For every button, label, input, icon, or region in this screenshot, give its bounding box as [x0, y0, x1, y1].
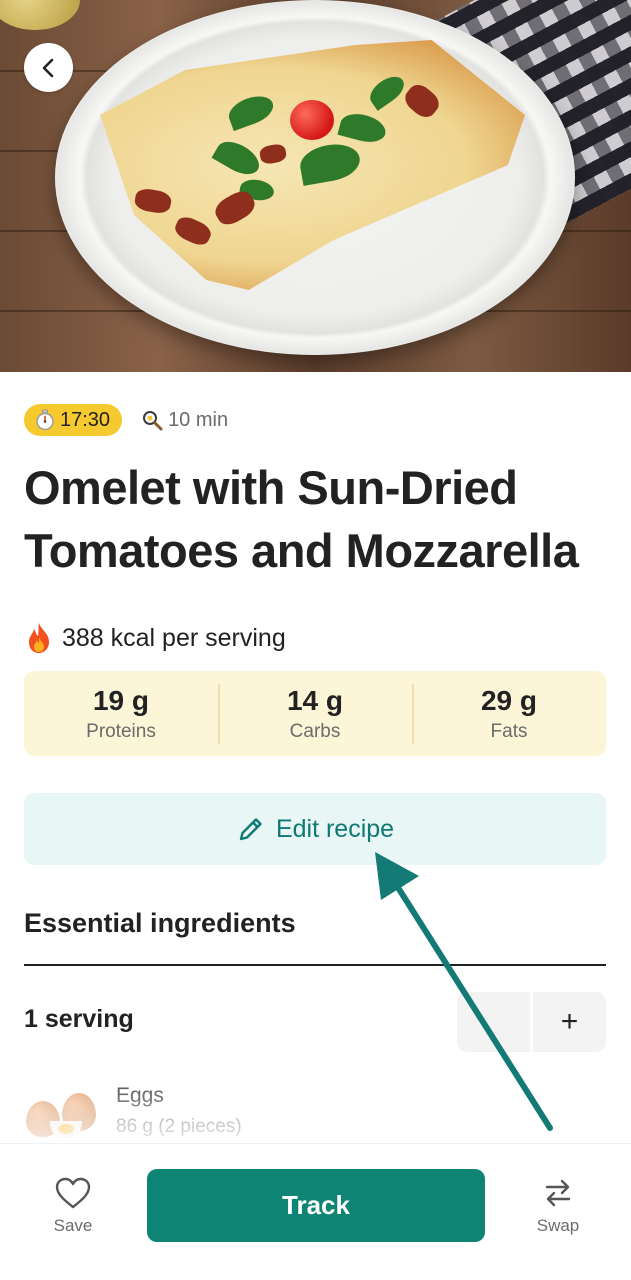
- recipe-title: Omelet with Sun-Dried Tomatoes and Mozza…: [24, 461, 579, 577]
- recipe-meta: 17:30 10 min: [24, 404, 228, 436]
- ingredients-heading: Essential ingredients: [24, 908, 296, 938]
- time-badge-text: 17:30: [60, 408, 111, 431]
- decrease-servings-button[interactable]: [457, 992, 530, 1052]
- plus-icon: +: [560, 1005, 579, 1038]
- heart-icon: [55, 1177, 91, 1209]
- ingredient-amount: 86 g (2 pieces): [116, 1116, 242, 1137]
- fire-icon: [29, 623, 49, 653]
- ingredient-text: Eggs 86 g (2 pieces): [116, 1084, 242, 1138]
- pencil-icon: [239, 818, 262, 841]
- back-button[interactable]: [24, 43, 73, 92]
- fruit-decoration: [0, 0, 80, 30]
- edit-recipe-button[interactable]: Edit recipe: [24, 793, 606, 865]
- macro-label: Proteins: [86, 720, 156, 742]
- time-badge: 17:30: [24, 404, 123, 436]
- macro-value: 19 g: [92, 684, 150, 716]
- cook-time: 10 min: [140, 408, 228, 432]
- cherry-tomato: [290, 100, 334, 140]
- chevron-left-icon: [42, 58, 53, 77]
- save-button[interactable]: Save: [40, 1176, 106, 1236]
- macros-panel: 19 g Proteins 14 g Carbs 29 g Fats: [24, 671, 606, 756]
- section-divider: [24, 964, 606, 966]
- edit-recipe-label: Edit recipe: [275, 814, 395, 843]
- servings-label: 1 serving: [24, 1005, 134, 1033]
- stopwatch-icon: [36, 409, 54, 431]
- frying-pan-icon: [143, 411, 163, 431]
- calories-row: 388 kcal per serving: [24, 622, 286, 654]
- macro-label: Carbs: [289, 720, 341, 742]
- macro-value: 29 g: [480, 684, 538, 716]
- macro-carbs: 14 g Carbs: [218, 683, 412, 744]
- servings-stepper: +: [457, 992, 606, 1052]
- swap-label: Swap: [536, 1216, 580, 1235]
- track-label: Track: [282, 1190, 350, 1220]
- macro-label: Fats: [490, 720, 528, 742]
- macro-fats: 29 g Fats: [412, 683, 606, 744]
- recipe-hero-image: [0, 0, 631, 372]
- swap-arrows-icon: [545, 1179, 571, 1207]
- macro-proteins: 19 g Proteins: [24, 684, 218, 744]
- calories-text: 388 kcal per serving: [62, 623, 286, 652]
- cook-time-text: 10 min: [168, 408, 229, 431]
- track-button[interactable]: Track: [147, 1169, 485, 1242]
- ingredient-item[interactable]: Eggs 86 g (2 pieces): [24, 1078, 606, 1144]
- save-label: Save: [53, 1216, 93, 1235]
- bottom-action-bar: Save Track Swap: [0, 1143, 631, 1280]
- ingredient-name: Eggs: [116, 1084, 164, 1107]
- increase-servings-button[interactable]: +: [533, 992, 606, 1052]
- eggs-image: [24, 1081, 96, 1141]
- swap-button[interactable]: Swap: [525, 1176, 591, 1236]
- macro-value: 14 g: [286, 684, 344, 716]
